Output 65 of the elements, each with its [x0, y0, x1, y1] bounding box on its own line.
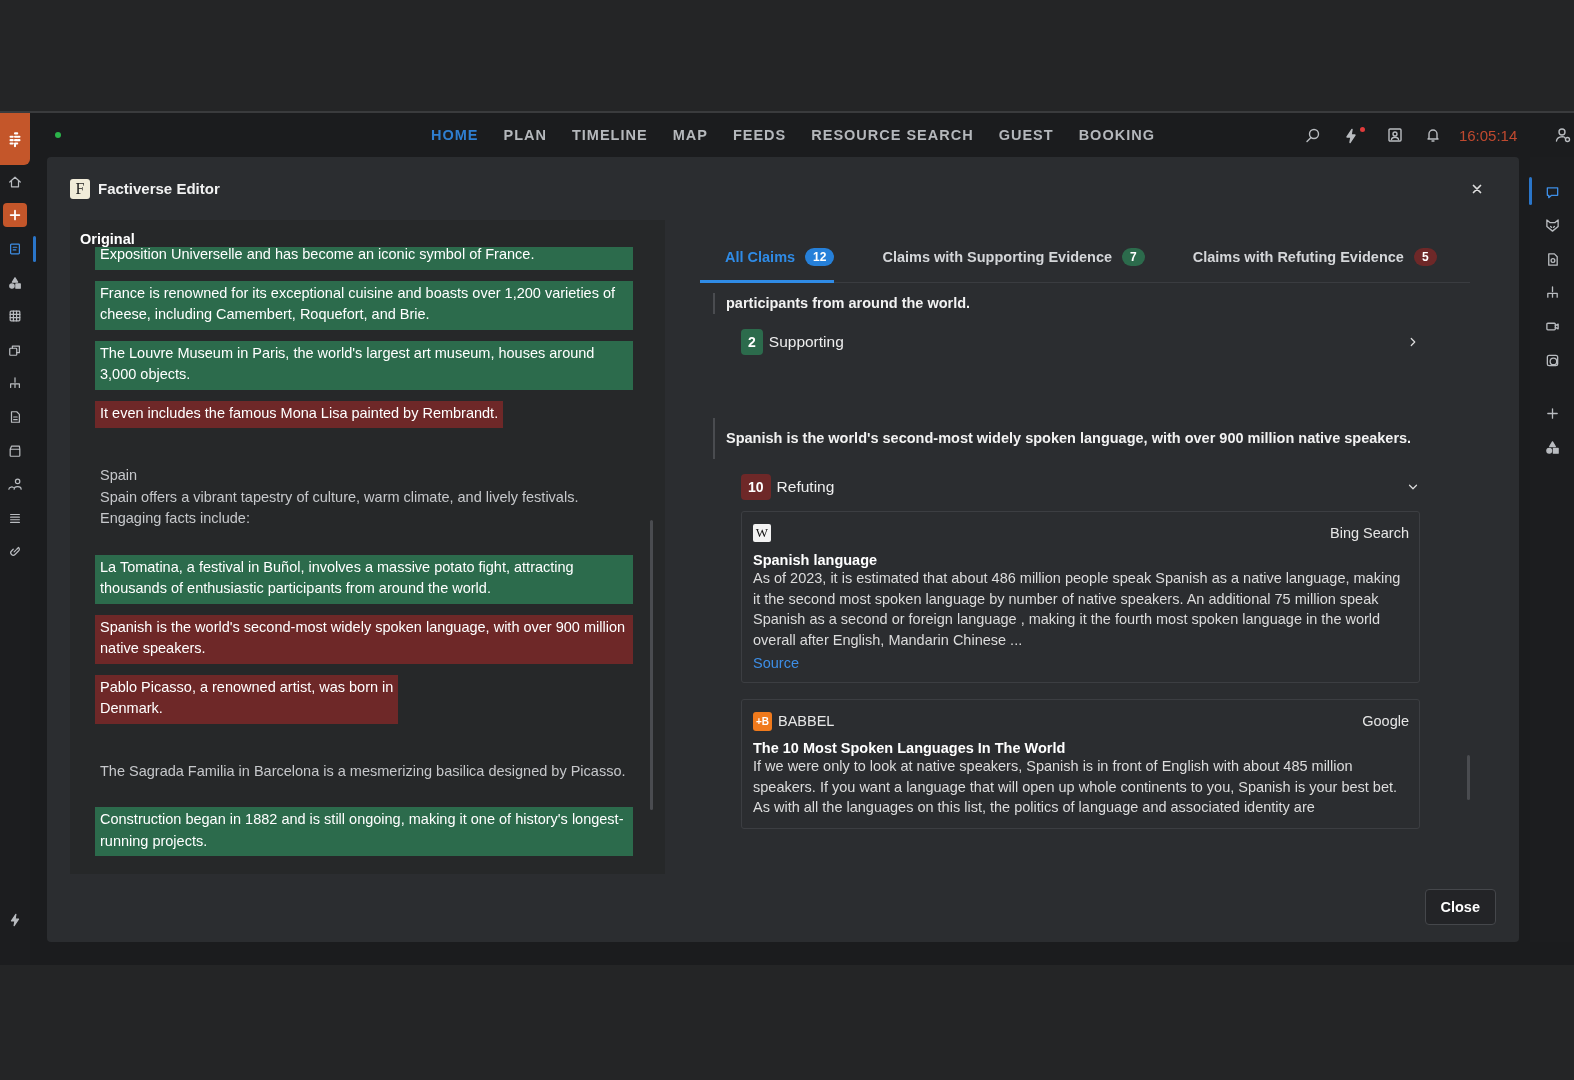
- scrollbar[interactable]: [1467, 755, 1470, 801]
- stack-icon: [8, 342, 22, 357]
- claim-highlight[interactable]: Spanish is the world's second-most widely spoken language, with over 900 million native speakers.: [95, 614, 633, 664]
- app-logo[interactable]: [0, 113, 30, 165]
- clock-time: 16:05:14: [1458, 126, 1518, 144]
- claim-highlight[interactable]: The Louvre Museum in Paris, the world's largest art museum, houses around 3,000 objects.: [95, 340, 633, 390]
- source-link[interactable]: Source: [753, 655, 799, 672]
- claim-highlight[interactable]: Exposition Universelle and has become an iconic symbol of France.: [95, 247, 633, 270]
- nav-tab[interactable]: BOOKING: [1078, 127, 1155, 144]
- close-button[interactable]: Close: [1424, 889, 1496, 926]
- claim-text: participants from around the world.: [713, 293, 1422, 315]
- bell-icon: [1424, 127, 1441, 144]
- result-snippet: As of 2023, it is estimated that about 486 million people speak Spanish as a native language, making it the second most spoken language by number of native speakers. An additional 75 million speak Spanish as a second or foreign language , making it the fourth most spoken language in the world overall after English, Mandarin Chinese ...: [753, 569, 1402, 650]
- search-provider: Google: [1362, 713, 1409, 730]
- nav-tab[interactable]: RESOURCE SEARCH: [811, 127, 974, 144]
- plus-icon: [8, 208, 22, 223]
- claim-highlight[interactable]: It even includes the famous Mona Lisa painted by Rembrandt.: [95, 400, 504, 429]
- hierarchy-icon: [8, 376, 22, 391]
- search-provider: Bing Search: [1330, 525, 1409, 542]
- paragraph: The Sagrada Familia in Barcelona is a mesmerizing basilica designed by Picasso.: [99, 761, 627, 781]
- status-dot: [55, 132, 61, 139]
- result-title: The 10 Most Spoken Languages In The World: [753, 740, 1067, 757]
- plus-icon: [1544, 406, 1560, 422]
- contact-card-icon: [1386, 127, 1403, 144]
- file-icon: [8, 409, 22, 424]
- nav-tab[interactable]: MAP: [672, 127, 708, 144]
- nav-tab[interactable]: PLAN: [503, 127, 547, 144]
- lightning-icon: [8, 913, 22, 928]
- nav-tab[interactable]: GUEST: [998, 127, 1054, 144]
- evidence-toggle[interactable]: 2 Supporting: [741, 329, 844, 356]
- panel-title: Original: [79, 230, 136, 248]
- claims-tab[interactable]: Claims with Refuting Evidence 5: [1192, 248, 1437, 284]
- source-logo: +B: [753, 711, 772, 731]
- claim-highlight[interactable]: France is renowned for its exceptional cuisine and boasts over 1,200 varieties of cheese, including Camembert, Roquefort, and Brie.: [95, 280, 633, 330]
- grid-icon: [8, 309, 22, 324]
- claim-highlight[interactable]: Construction began in 1882 and is still ongoing, making it one of history's longest-running projects.: [95, 807, 633, 857]
- hierarchy-icon: [1544, 285, 1560, 301]
- users-icon: [8, 477, 22, 492]
- chat-icon: [1544, 184, 1560, 200]
- fox-icon: [1544, 218, 1560, 234]
- evidence-toggle[interactable]: 10 Refuting: [741, 474, 835, 501]
- claim-highlight[interactable]: Pablo Picasso, a renowned artist, was born in Denmark.: [95, 674, 399, 724]
- result-title: Spanish language: [753, 552, 879, 569]
- claim-text: Spanish is the world's second-most widely spoken language, with over 900 million native speakers.: [713, 418, 1422, 460]
- link-icon: [8, 544, 22, 559]
- user-settings-icon: [1555, 127, 1572, 144]
- claims-tab[interactable]: Claims with Supporting Evidence 7: [882, 248, 1145, 284]
- dialog-title: Factiverse Editor: [98, 180, 220, 198]
- home-icon: [8, 174, 22, 189]
- paragraph: Spain Spain offers a vibrant tapestry of culture, warm climate, and lively festivals. Engaging facts include:: [99, 466, 580, 529]
- search-icon: [1304, 127, 1321, 144]
- source-logo: W: [753, 524, 771, 543]
- nav-tab[interactable]: FEEDS: [732, 127, 787, 144]
- claims-tab[interactable]: All Claims 12: [700, 248, 835, 284]
- nav-tab[interactable]: HOME: [431, 127, 479, 144]
- document-icon: [8, 242, 22, 256]
- nav-tab[interactable]: TIMELINE: [572, 127, 648, 144]
- claim-highlight[interactable]: La Tomatina, a festival in Buñol, involves a massive potato fight, attracting thousands of enthusiastic participants from around the world.: [95, 554, 633, 604]
- result-snippet: If we were only to look at native speakers, Spanish is in front of English with about 485 million speakers. If you want a language that will open up whole continents to you, Spanish is your best bet. As with all the languages on this list, the politics of language and associated identity are: [753, 757, 1399, 818]
- app-logo: F: [70, 178, 90, 199]
- scrollbar[interactable]: [650, 520, 653, 811]
- shapes-icon: [1544, 439, 1560, 455]
- image-icon: [1544, 352, 1560, 368]
- shapes-icon: [8, 275, 22, 290]
- source-name: BABBEL: [778, 713, 835, 730]
